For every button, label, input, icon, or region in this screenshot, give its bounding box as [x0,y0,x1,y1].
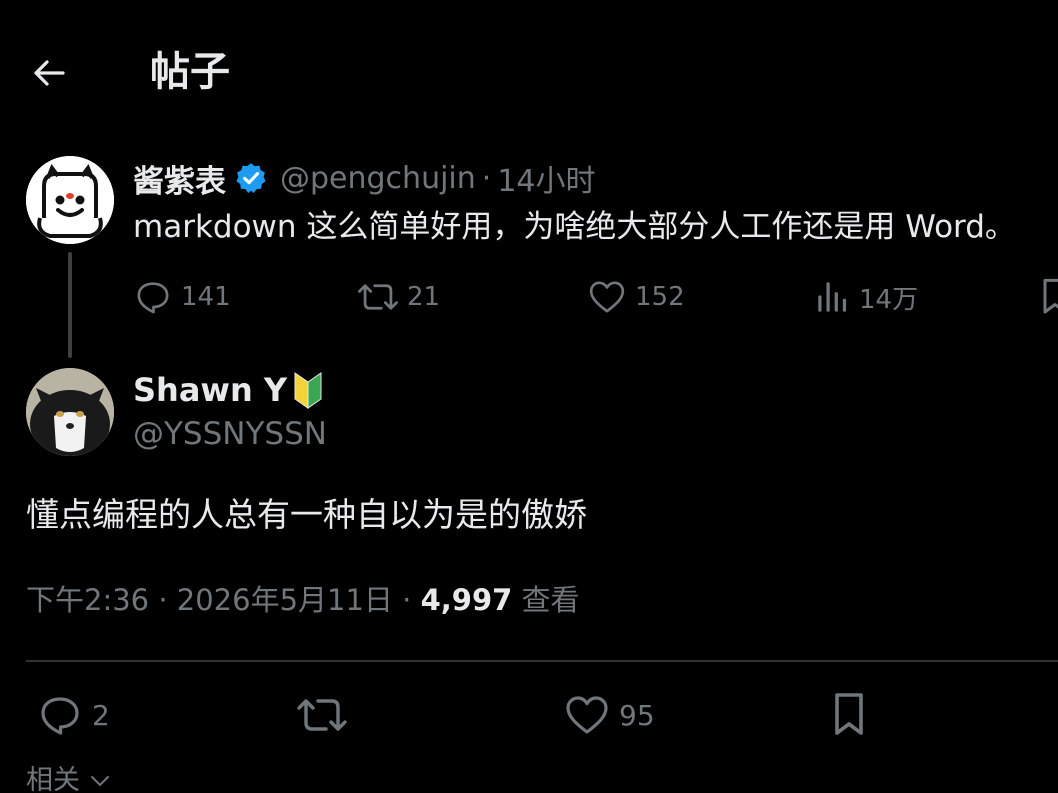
page-title: 帖子 [150,49,230,95]
top-bar: 帖子 [0,0,1058,140]
tweet-timestamp[interactable]: 下午2:36 · 2026年5月11日 · [26,583,421,617]
heart-icon [563,691,611,739]
bookmark-icon [1040,277,1058,317]
parent-view-count: 14万 [859,284,919,315]
heart-icon [587,277,627,317]
reply-name-row: Shawn Y [133,368,323,412]
reply-count: 2 [92,698,110,732]
parent-tweet-text: markdown 这么简单好用，为啥绝大部分人工作还是用 Word。 [133,209,1016,245]
reply-tweet-text: 懂点编程的人总有一种自以为是的傲娇 [26,495,587,534]
parent-bookmark-button[interactable] [1040,274,1058,320]
retweet-icon [296,691,348,739]
cartoon-face-avatar [26,156,114,244]
like-button[interactable]: 95 [563,690,655,740]
view-label: 查看 [512,583,580,617]
view-count: 4,997 [420,583,513,617]
separator-dot: · [481,160,492,196]
bookmark-button[interactable] [829,690,869,740]
parent-display-name[interactable]: 酱紫表 [133,156,226,201]
parent-reply-count: 141 [181,282,231,312]
reply-button[interactable]: 2 [36,690,110,740]
reply-icon [36,691,84,739]
retweet-icon [357,277,399,317]
parent-tweet-header: 酱紫表 @pengchujin · 14小时 [133,156,596,201]
parent-retweet-count: 21 [407,282,441,312]
parent-handle[interactable]: @pengchujin [280,161,476,196]
divider [26,660,1058,662]
parent-like-count: 152 [635,282,685,312]
related-section-toggle[interactable]: 相关 [26,764,111,793]
related-label: 相关 [26,765,80,793]
retweet-button[interactable] [296,690,348,740]
bookmark-icon [829,691,869,739]
parent-reply-button[interactable]: 141 [133,274,231,320]
avatar-reply[interactable] [26,368,114,456]
back-button[interactable] [26,50,72,96]
chevron-down-icon [89,773,111,789]
analytics-icon [815,277,851,317]
reply-icon [133,277,173,317]
avatar-parent[interactable] [26,156,114,244]
thread-connector [68,252,72,358]
cat-photo-avatar [26,368,114,456]
parent-views-button[interactable]: 14万 [815,274,918,320]
reply-display-name[interactable]: Shawn Y [133,371,287,409]
beginner-mark-icon [293,370,323,410]
parent-like-button[interactable]: 152 [587,274,685,320]
tweet-metadata: 下午2:36 · 2026年5月11日 · 4,997 查看 [26,580,580,620]
parent-time[interactable]: 14小时 [497,156,595,200]
like-count: 95 [619,698,655,732]
parent-retweet-button[interactable]: 21 [357,274,440,320]
arrow-left-icon [31,55,67,91]
verified-badge-icon[interactable] [234,161,268,195]
reply-handle[interactable]: @YSSNYSSN [133,414,327,454]
post-page: 帖子 酱紫表 @pengchujin · 14小时 markdown 这么简单好… [0,0,1058,793]
